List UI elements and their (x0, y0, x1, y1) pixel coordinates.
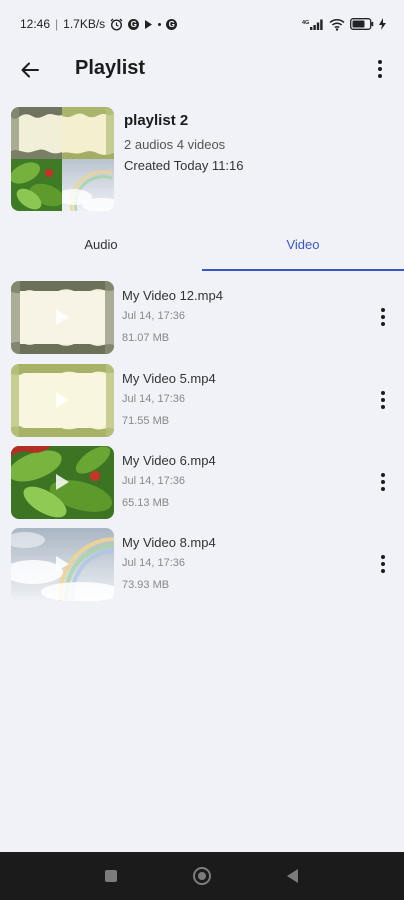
playlist-counts: 2 audios 4 videos (124, 137, 226, 152)
dot-icon (158, 22, 162, 26)
cover-tile-ornate-green (62, 107, 114, 159)
tab-video[interactable]: Video (202, 227, 404, 271)
video-size: 65.13 MB (122, 497, 170, 509)
notification-app-icon: G (128, 18, 140, 30)
more-vert-icon (371, 552, 395, 576)
play-icon (56, 556, 69, 572)
video-more-button[interactable] (371, 470, 395, 494)
video-more-button[interactable] (371, 305, 395, 329)
video-item[interactable]: My Video 6.mp4 Jul 14, 17:36 65.13 MB (0, 446, 404, 522)
video-more-button[interactable] (371, 552, 395, 576)
status-time: 12:46 (20, 17, 51, 31)
more-vert-icon (371, 470, 395, 494)
page-title: Playlist (75, 57, 146, 79)
battery-icon (350, 18, 374, 30)
play-icon (56, 392, 69, 408)
charging-icon (379, 18, 386, 30)
video-item[interactable]: My Video 5.mp4 Jul 14, 17:36 71.55 MB (0, 364, 404, 440)
cell-signal-icon: 4G (302, 18, 324, 31)
video-date: Jul 14, 17:36 (122, 393, 185, 405)
video-date: Jul 14, 17:36 (122, 310, 185, 322)
tab-indicator (202, 269, 404, 271)
video-name: My Video 12.mp4 (122, 288, 223, 303)
screen: 12:46 | 1.7KB/s G G 4G Playlist playlist… (0, 0, 404, 900)
more-options-button[interactable] (368, 56, 392, 82)
play-icon (56, 474, 69, 490)
video-thumbnail (11, 281, 114, 354)
status-speed: 1.7KB/s (63, 17, 106, 31)
video-date: Jul 14, 17:36 (122, 557, 185, 569)
cover-tile-leaves (11, 159, 62, 211)
svg-text:4G: 4G (302, 20, 309, 26)
cover-tile-rainbow (62, 159, 114, 211)
play-icon (56, 309, 69, 325)
video-item[interactable]: My Video 8.mp4 Jul 14, 17:36 73.93 MB (0, 528, 404, 604)
notification-app-icon-2: G (166, 18, 178, 30)
more-vert-icon (368, 56, 392, 82)
video-thumbnail (11, 528, 114, 601)
system-back-button[interactable] (287, 869, 298, 883)
video-date: Jul 14, 17:36 (122, 475, 185, 487)
cover-tile-ornate-gray (11, 107, 62, 159)
system-nav-bar (0, 852, 404, 900)
play-notification-icon (144, 19, 153, 30)
more-vert-icon (371, 305, 395, 329)
recents-button[interactable] (105, 870, 117, 882)
video-name: My Video 8.mp4 (122, 535, 216, 550)
video-size: 81.07 MB (122, 332, 170, 344)
video-item[interactable]: My Video 12.mp4 Jul 14, 17:36 81.07 MB (0, 281, 404, 357)
video-name: My Video 6.mp4 (122, 453, 216, 468)
playlist-cover (11, 107, 114, 211)
status-bar: 12:46 | 1.7KB/s G G 4G (0, 0, 404, 48)
alarm-icon (110, 18, 123, 31)
video-more-button[interactable] (371, 388, 395, 412)
home-button[interactable] (193, 867, 211, 885)
video-thumbnail (11, 446, 114, 519)
arrow-left-icon (21, 62, 39, 78)
app-bar: Playlist (0, 48, 404, 90)
video-thumbnail (11, 364, 114, 437)
video-size: 73.93 MB (122, 579, 170, 591)
wifi-icon (329, 18, 345, 31)
video-size: 71.55 MB (122, 415, 170, 427)
tab-audio[interactable]: Audio (0, 227, 202, 271)
back-button[interactable] (16, 56, 44, 84)
media-tabs: Audio Video (0, 227, 404, 272)
status-divider: | (55, 17, 59, 31)
more-vert-icon (371, 388, 395, 412)
playlist-name: playlist 2 (124, 112, 189, 129)
playlist-created: Created Today 11:16 (124, 158, 244, 173)
video-name: My Video 5.mp4 (122, 371, 216, 386)
